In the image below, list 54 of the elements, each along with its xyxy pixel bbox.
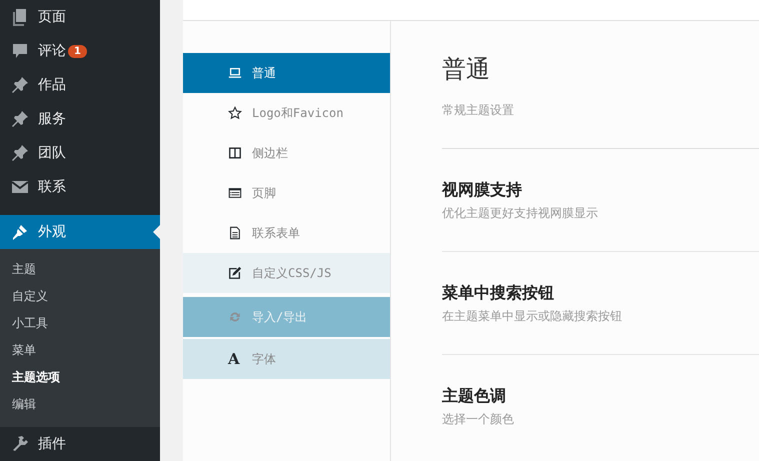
edit-icon [228, 266, 242, 280]
tab-label: 字体 [252, 350, 276, 368]
tab-label: 联系表单 [252, 224, 300, 242]
pushpin-icon [10, 109, 30, 129]
menu-label: 团队 [38, 144, 66, 162]
laptop-icon [228, 66, 242, 80]
menu-label: 页面 [38, 8, 66, 26]
menu-label: 评论 [38, 42, 66, 60]
submenu-item[interactable]: 自定义 [0, 283, 160, 310]
page-subtitle: 常规主题设置 [442, 102, 515, 119]
document-icon [228, 226, 242, 240]
submenu-item[interactable]: 小工具 [0, 310, 160, 337]
admin-menu-item[interactable]: 页面 [0, 0, 160, 34]
setting-heading: 菜单中搜索按钮 [442, 283, 555, 304]
setting-heading: 视网膜支持 [442, 180, 523, 201]
pushpin-icon [10, 143, 30, 163]
submenu-item[interactable]: 主题选项 [0, 364, 160, 391]
count-badge: 1 [68, 44, 87, 58]
page-title: 普通 [442, 54, 491, 85]
admin-menu-item[interactable]: 作品 [0, 68, 160, 102]
current-pointer-icon [153, 225, 160, 239]
tab-label: Logo和Favicon [252, 104, 344, 122]
admin-menu-item[interactable]: 联系 [0, 170, 160, 204]
tab-label: 普通 [252, 64, 276, 82]
setting-description: 在主题菜单中显示或隐藏搜索按钮 [442, 308, 623, 325]
list-icon [228, 186, 242, 200]
menu-label: 联系 [38, 178, 66, 196]
menu-label: 作品 [38, 76, 66, 94]
submenu-item[interactable]: 菜单 [0, 337, 160, 364]
tab-label: 侧边栏 [252, 144, 288, 162]
admin-menu-item[interactable]: 服务 [0, 102, 160, 136]
setting-description: 选择一个颜色 [442, 411, 515, 428]
admin-menu-item[interactable]: 团队 [0, 136, 160, 170]
star-icon [228, 106, 242, 120]
menu-label: 插件 [38, 435, 66, 453]
options-tab[interactable]: 普通 [183, 53, 390, 93]
pushpin-icon [10, 75, 30, 95]
tab-label: 导入/导出 [252, 308, 308, 326]
admin-menu-item[interactable]: 评论 1 [0, 34, 160, 68]
submenu-item[interactable]: 编辑 [0, 391, 160, 418]
setting-description: 优化主题更好支持视网膜显示 [442, 205, 599, 222]
columns-icon [228, 146, 242, 160]
setting-heading: 主题色调 [442, 386, 507, 407]
admin-menu-item[interactable]: 插件 [0, 427, 160, 461]
admin-menu-item[interactable]: 外观 [0, 215, 160, 249]
refresh-icon [228, 310, 242, 324]
menu-label: 服务 [38, 110, 66, 128]
font-icon: A [228, 350, 242, 368]
tab-label: 页脚 [252, 184, 276, 202]
menu-label: 外观 [38, 223, 66, 241]
brush-icon [10, 222, 30, 242]
submenu-item[interactable]: 主题 [0, 256, 160, 283]
options-tab[interactable]: A 字体 [183, 339, 390, 379]
tab-label: 自定义CSS/JS [252, 264, 332, 282]
